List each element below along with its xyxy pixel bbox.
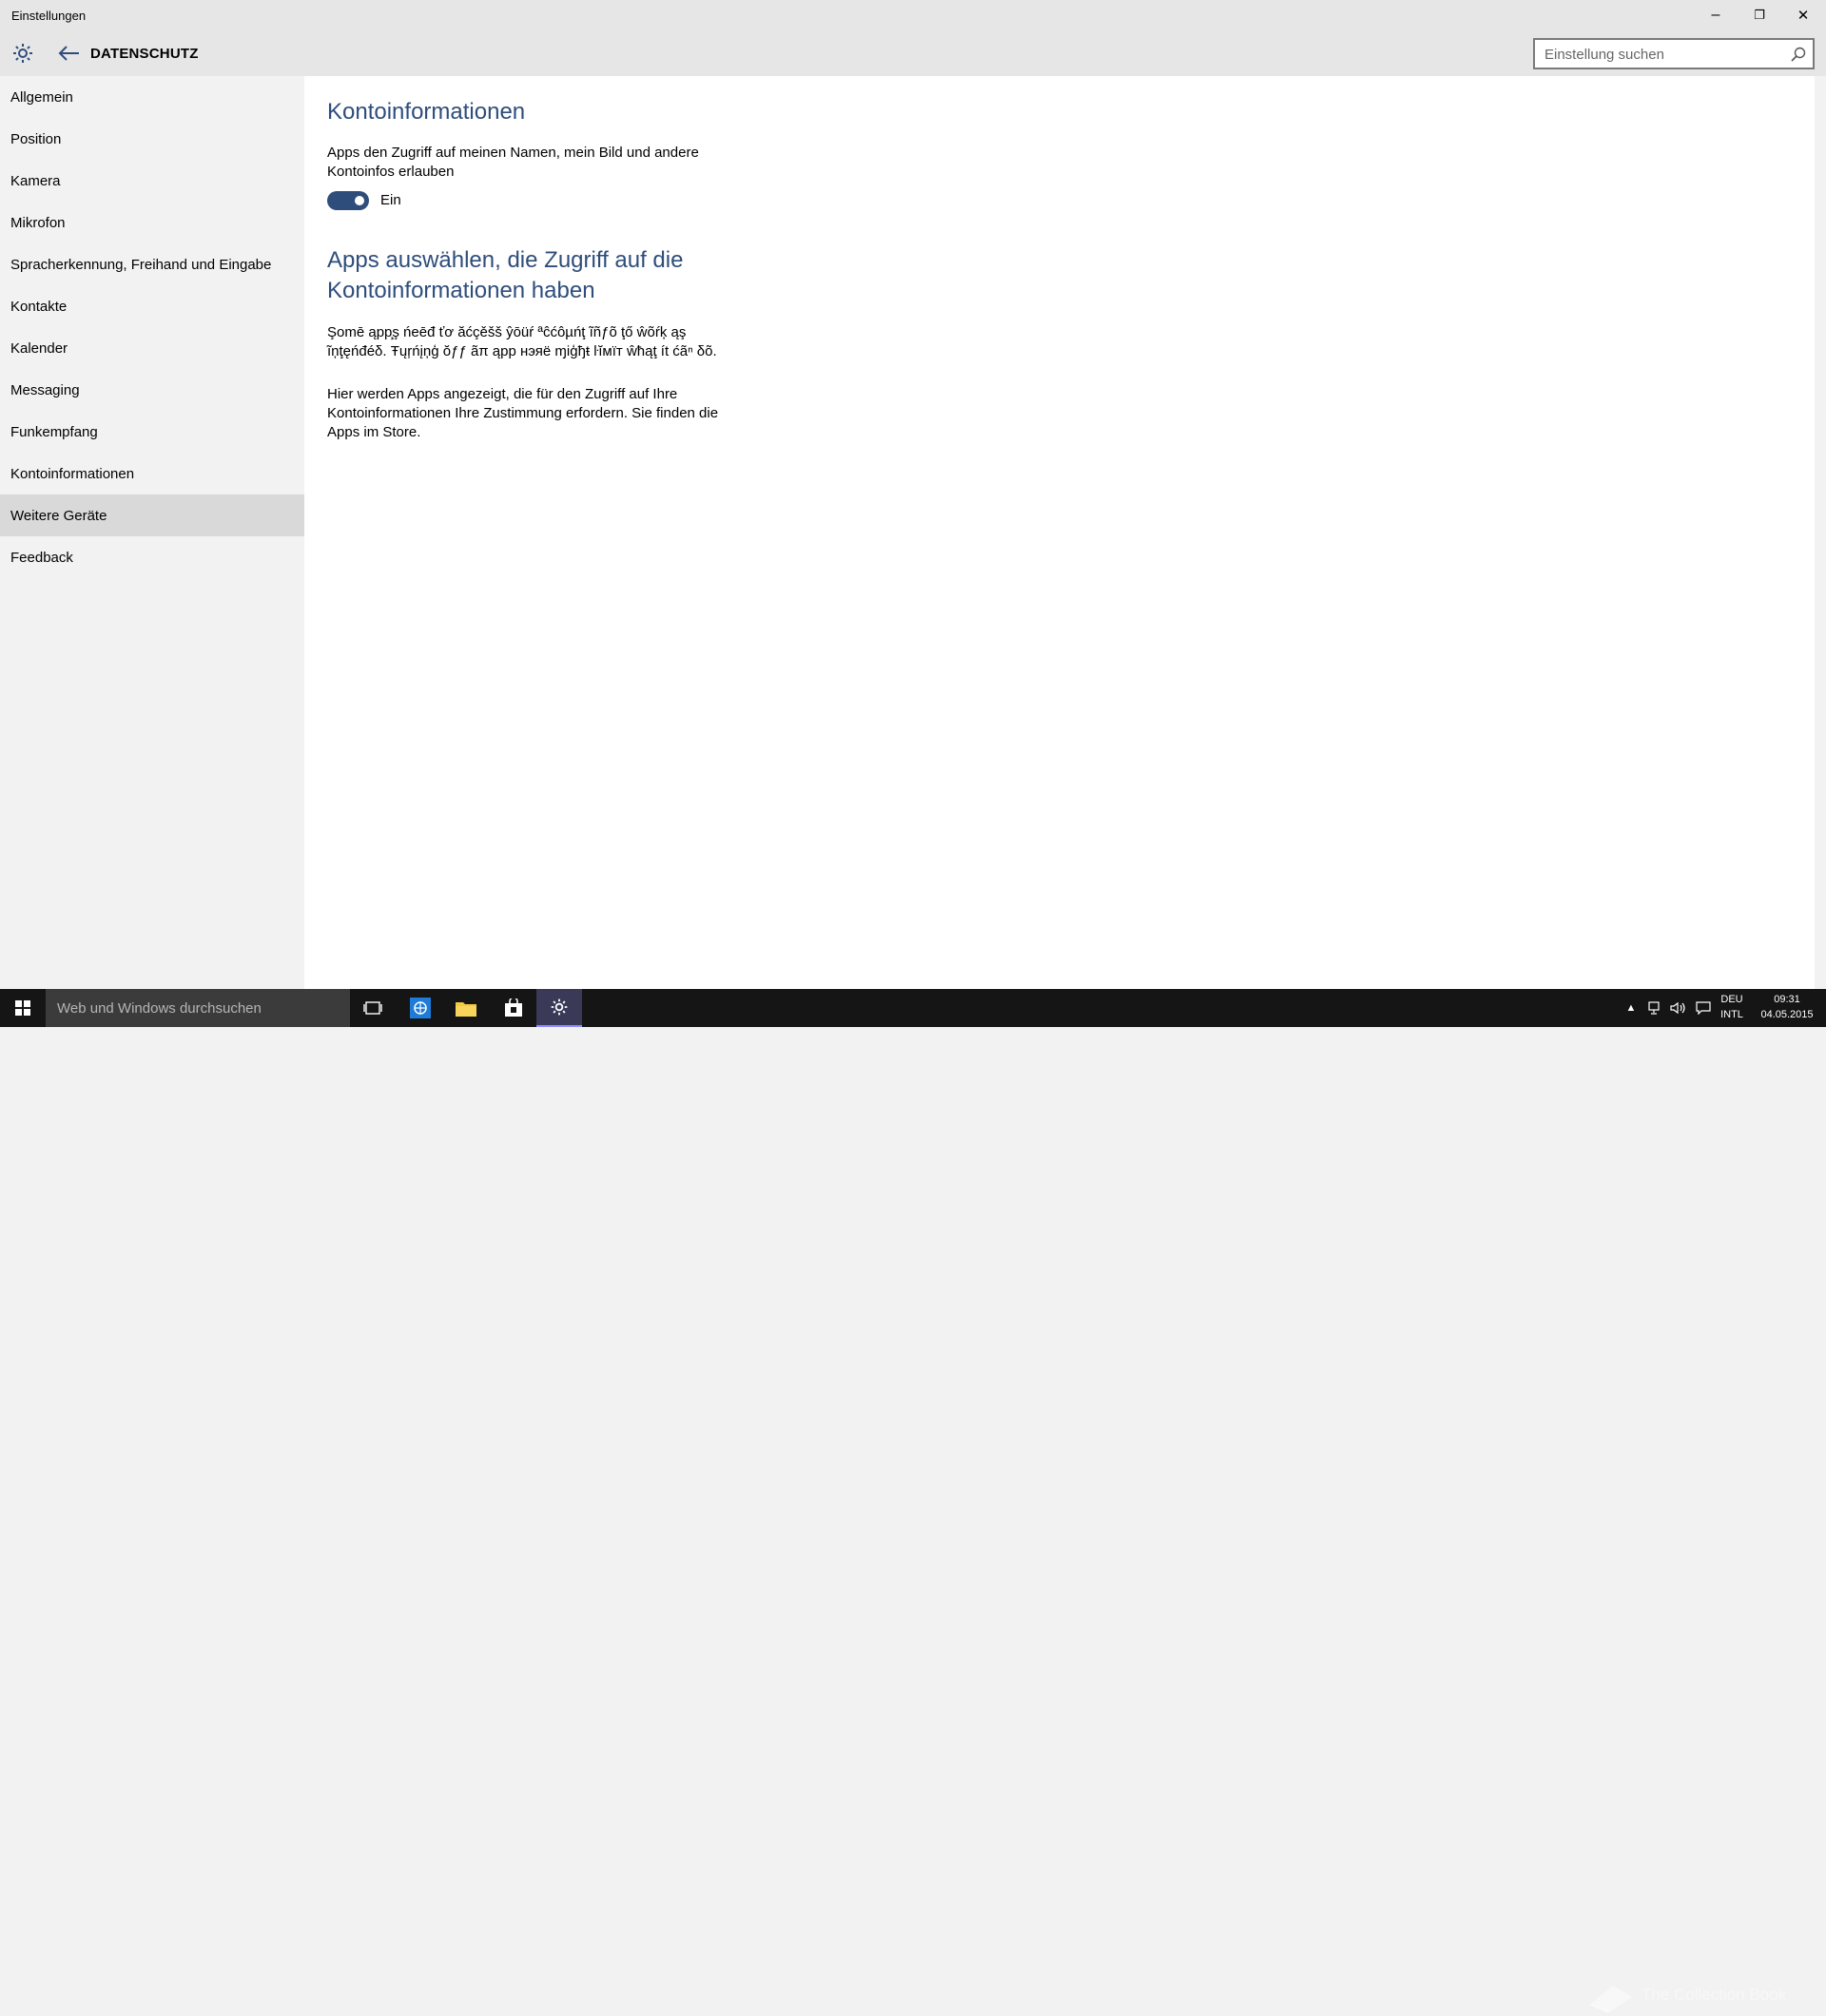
taskbar: Web und Windows durchsuchen The Collecti… [0, 989, 1826, 2013]
network-button[interactable] [1647, 1000, 1664, 1016]
page-title: DATENSCHUTZ [90, 46, 199, 62]
close-icon: ✕ [1797, 8, 1810, 24]
title-bar: Einstellungen – ❐ ✕ [0, 0, 1826, 30]
book-icon [1589, 1986, 1632, 2013]
toggle-knob [355, 196, 364, 205]
sidebar-item-mikrofon[interactable]: Mikrofon [0, 202, 304, 243]
language-indicator[interactable]: DEU INTL [1718, 994, 1746, 1021]
store-taskbar-button[interactable] [491, 989, 536, 1027]
sidebar-item-kontoinformationen[interactable]: Kontoinformationen [0, 453, 304, 494]
file-explorer-taskbar-button[interactable] [443, 989, 489, 1027]
taskbar-search[interactable]: Web und Windows durchsuchen [46, 989, 350, 1027]
browser-taskbar-button[interactable] [398, 989, 443, 1027]
chevron-up-icon: ▲ [1625, 1002, 1637, 1014]
minimize-button[interactable]: – [1694, 0, 1738, 30]
start-button[interactable] [0, 989, 46, 1027]
settings-home-button[interactable] [10, 40, 36, 67]
search-icon[interactable] [1790, 46, 1807, 63]
pseudo-localized-text: Şomē ąpp̧ş ńeēđ ťơ ăćçěšš ŷōüŕ ªĉćôµńţ ĩ… [327, 324, 717, 359]
clock-time: 09:31 [1774, 994, 1800, 1005]
volume-button[interactable] [1670, 1000, 1687, 1016]
action-center-button[interactable] [1695, 1000, 1712, 1016]
restore-button[interactable]: ❐ [1738, 0, 1781, 30]
back-button[interactable] [53, 39, 84, 68]
close-button[interactable]: ✕ [1781, 0, 1825, 30]
sidebar-item-kontakte[interactable]: Kontakte [0, 285, 304, 327]
language-code: DEU [1720, 994, 1743, 1005]
search-input[interactable] [1543, 45, 1780, 64]
page-header: DATENSCHUTZ [0, 30, 1826, 76]
task-view-button[interactable] [350, 989, 396, 1027]
minimize-icon: – [1711, 7, 1720, 23]
sidebar-item-kalender[interactable]: Kalender [0, 327, 304, 369]
watermark-text: The Collection Book [1641, 1986, 1787, 2004]
watermark: The Collection Book [1586, 1974, 1815, 2016]
back-arrow-icon [58, 46, 79, 61]
apps-info-text: Hier werden Apps angezeigt, die für den … [327, 386, 719, 440]
sidebar-item-weitere-geraete[interactable]: Weitere Geräte [0, 494, 304, 536]
main-content: Kontoinformationen Apps den Zugriff auf … [304, 76, 1815, 989]
sidebar-item-allgemein[interactable]: Allgemein [0, 76, 304, 118]
gear-icon [13, 44, 32, 63]
message-icon [1696, 1001, 1711, 1015]
speaker-icon [1670, 1001, 1685, 1015]
task-view-icon [363, 1001, 382, 1015]
sidebar-item-spracherkennung[interactable]: Spracherkennung, Freihand und Eingabe [0, 243, 304, 285]
show-hidden-icons-button[interactable]: ▲ [1622, 1000, 1640, 1016]
toggle-state-label: Ein [380, 192, 401, 208]
sidebar-item-funkempfang[interactable]: Funkempfang [0, 411, 304, 453]
account-access-description: Apps den Zugriff auf meinen Namen, mein … [327, 145, 699, 180]
sidebar-nav: Allgemein Position Kamera Mikrofon Sprac… [0, 76, 304, 989]
sidebar-item-kamera[interactable]: Kamera [0, 160, 304, 202]
settings-taskbar-button[interactable] [536, 989, 582, 1027]
window-edge [1815, 76, 1826, 989]
gear-icon [551, 998, 568, 1016]
sidebar-item-position[interactable]: Position [0, 118, 304, 160]
store-icon [505, 998, 522, 1017]
window-title: Einstellungen [11, 9, 87, 23]
search-box[interactable] [1533, 38, 1815, 69]
browser-icon [410, 998, 431, 1018]
clock[interactable]: 09:31 04.05.2015 [1754, 994, 1820, 1021]
account-access-toggle[interactable] [327, 191, 369, 210]
windows-logo-icon [15, 1000, 30, 1016]
sidebar-item-feedback[interactable]: Feedback [0, 536, 304, 578]
sidebar-item-messaging[interactable]: Messaging [0, 369, 304, 411]
section-title-kontoinformationen: Kontoinformationen [327, 99, 526, 125]
folder-icon [456, 1002, 476, 1017]
restore-icon: ❐ [1754, 8, 1765, 22]
network-icon [1648, 1001, 1660, 1015]
keyboard-layout: INTL [1720, 1009, 1743, 1020]
clock-date: 04.05.2015 [1760, 1009, 1814, 1020]
section-title-choose-apps: Apps auswählen, die Zugriff auf die Kont… [327, 247, 684, 303]
